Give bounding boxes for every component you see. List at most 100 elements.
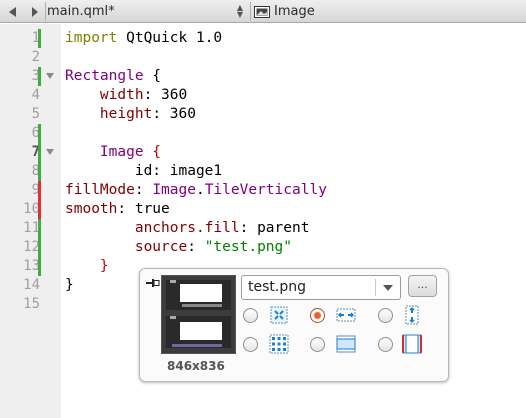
gutter-line: 1 [0,29,61,48]
gutter-line: 10 [0,200,61,219]
code-line[interactable]: smooth: true [65,200,170,219]
type-token: Rectangle [65,68,144,84]
enum-token: TileVertically [204,182,327,198]
modified-marker [38,219,41,238]
toolbar-divider [45,2,46,21]
fill-mode-radio-tile-horizontally[interactable] [310,308,325,323]
line-number: 14 [23,277,40,293]
fill-mode-radio-tile-vertically[interactable] [378,308,393,323]
fill-mode-radio-stretch[interactable] [243,308,258,323]
tile-horizontally-icon[interactable] [336,305,356,325]
type-token: Image [99,144,144,160]
combo-divider [375,279,376,296]
code-line[interactable]: width: 360 [65,86,187,105]
gutter-line: 14 [0,276,61,295]
image-preview [161,275,236,354]
code-line[interactable]: fillMode: Image.TileVertically [65,181,327,200]
browse-button[interactable]: ... [408,275,437,297]
stretch-icon[interactable] [269,305,289,325]
code-line[interactable]: height: 360 [65,105,196,124]
brace-token: { [143,144,162,160]
property-token: source [134,239,188,255]
property-token: width [99,87,144,103]
text-token: QtQuick 1.0 [117,30,223,46]
pin-icon[interactable] [146,278,160,288]
image-size-label: 846x836 [167,359,225,373]
property-token: smooth [65,201,118,217]
combo-updown-icon: ▲ ▼ [236,3,243,19]
gutter-line: 4 [0,86,61,105]
preserve-aspect-fit-icon[interactable] [336,334,356,354]
fold-arrow-icon[interactable] [46,73,54,79]
property-token: fillMode [65,182,135,198]
line-number: 2 [31,49,40,65]
text-token: : parent [239,220,310,236]
source-file-combo[interactable]: test.png [241,275,401,300]
code-line[interactable]: } [65,257,109,276]
text-token: . [195,182,205,198]
modified-marker [38,238,41,257]
removed-marker [38,200,41,219]
tile-icon[interactable] [269,334,289,354]
line-number: 15 [23,296,40,312]
modified-marker [38,257,41,276]
modified-marker [38,124,41,143]
code-line[interactable]: import QtQuick 1.0 [65,29,222,48]
line-number: 4 [31,87,40,103]
line-number: 5 [31,106,40,122]
fill-mode-radio-preserve-aspect-crop[interactable] [378,337,393,352]
gutter-line: 12 [0,238,61,257]
forward-button[interactable] [26,2,44,21]
type-token: Image [152,182,196,198]
text-token: : [187,239,205,255]
fill-mode-radio-tile[interactable] [243,337,258,352]
gutter-line: 8 [0,162,61,181]
element-combo[interactable]: Image [254,1,526,22]
back-button[interactable] [4,2,22,21]
code-line[interactable]: anchors.fill: parent [65,219,310,238]
gutter-line: 7 [0,143,61,162]
fill-mode-radio-preserve-aspect-fit[interactable] [310,337,325,352]
image-frame-icon [254,5,270,18]
text-token: : [134,182,153,198]
right-diamond-icon [32,6,38,17]
preserve-aspect-crop-icon[interactable] [402,334,422,354]
text-token: : 360 [143,87,188,103]
keyword-token: import [65,30,118,46]
line-number-gutter: 1 2 3 4 5 6 7 8 9 10 11 12 13 14 15 [0,24,61,418]
document-combo[interactable]: main.qml* ▲ ▼ [47,1,247,22]
image-properties-popup: 846x836 test.png ... [139,268,449,382]
gutter-line: 5 [0,105,61,124]
code-line[interactable]: id: image1 [65,162,222,181]
editor-toolbar: main.qml* ▲ ▼ Image [0,0,526,23]
gutter-line: 3 [0,67,61,86]
toolbar-divider [250,2,251,21]
removed-marker [38,181,41,200]
code-line[interactable]: source: "test.png" [65,238,292,257]
text-token: } [65,277,74,293]
modified-marker [38,67,41,86]
tile-vertically-icon[interactable] [402,305,422,325]
modified-marker [38,143,41,162]
property-token: height [99,106,153,122]
modified-marker [38,162,41,181]
gutter-line: 6 [0,124,61,143]
fold-arrow-icon[interactable] [46,149,54,155]
source-file-value: test.png [248,279,306,295]
gutter-line: 9 [0,181,61,200]
text-token: { [143,68,162,84]
code-line[interactable]: } [65,276,74,295]
chevron-down-icon[interactable] [383,285,393,291]
code-line[interactable]: Rectangle { [65,67,161,86]
modified-marker [38,29,41,48]
element-label: Image [274,4,315,19]
image-preview-thumbnail [162,276,235,353]
text-token: : true [117,201,170,217]
code-line[interactable]: Image { [65,143,161,162]
